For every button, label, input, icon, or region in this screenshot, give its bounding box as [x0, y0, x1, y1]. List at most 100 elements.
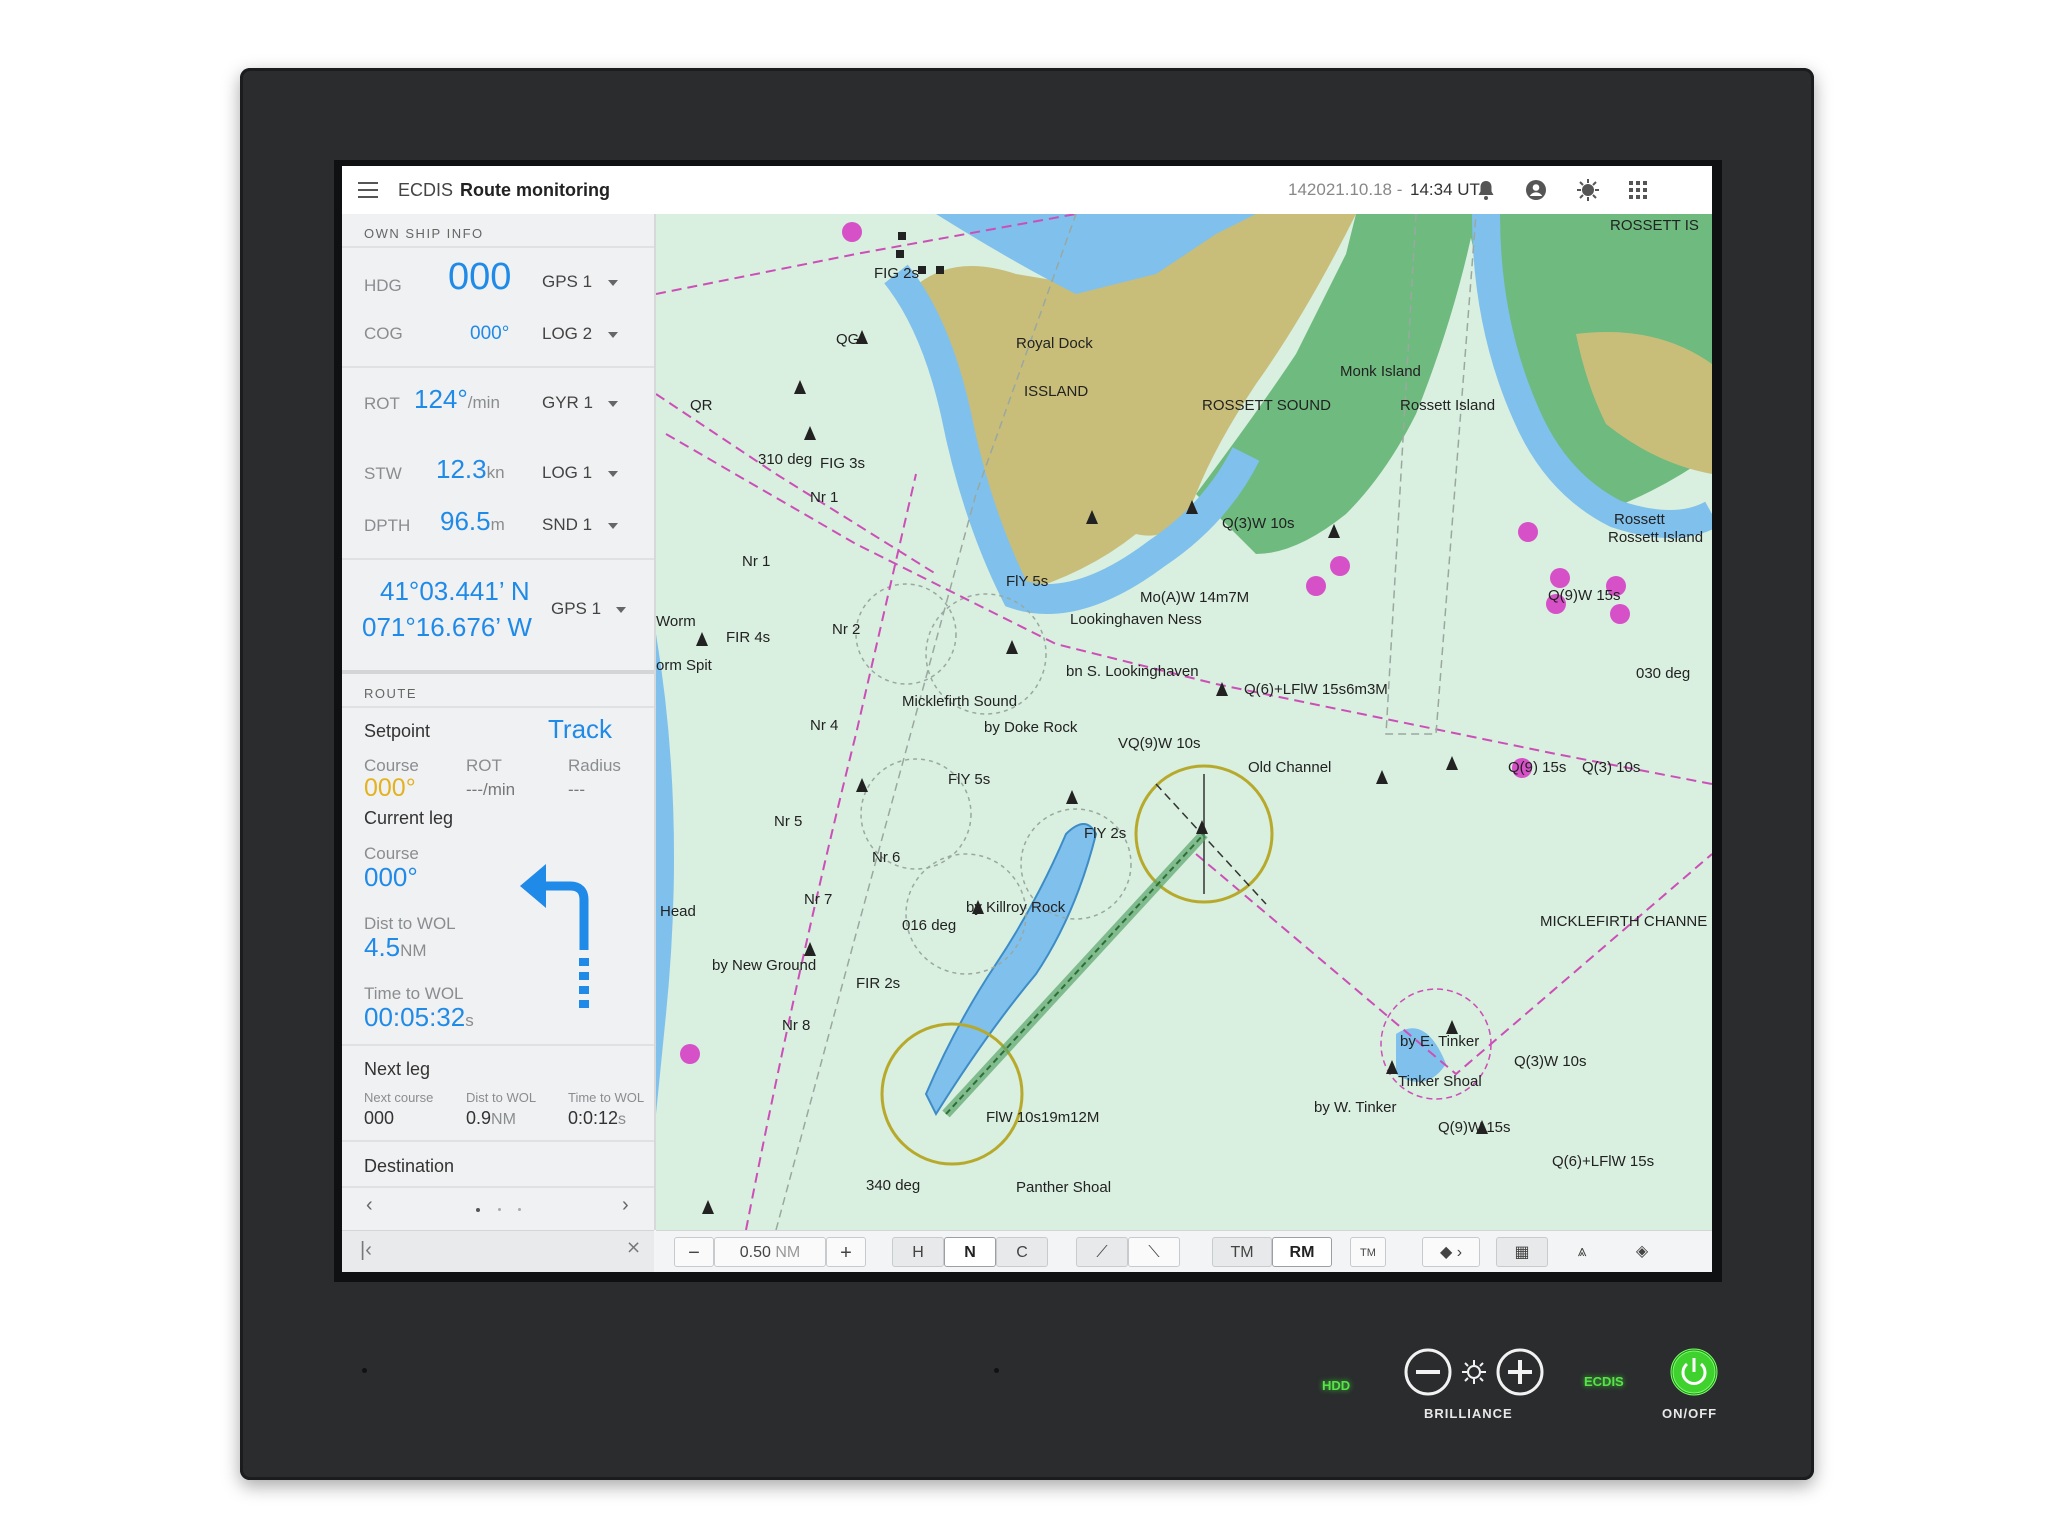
cog-source[interactable]: LOG 2: [542, 324, 592, 344]
date-display: 142021.10.18 -: [1288, 180, 1403, 199]
label-310-deg: 310 deg: [758, 451, 812, 468]
zoom-in-button[interactable]: +: [826, 1237, 866, 1267]
nautical-chart[interactable]: FIG 2s QG QR 310 deg FIG 3s Nr 1 Royal D…: [656, 214, 1712, 1230]
dpth-unit: m: [490, 515, 505, 534]
bell-icon[interactable]: [1474, 178, 1498, 202]
course-up-button[interactable]: C: [996, 1237, 1048, 1267]
ebl-tool-button[interactable]: ⟍: [1128, 1237, 1180, 1267]
hdg-source[interactable]: GPS 1: [542, 272, 592, 292]
label-island: ISSLAND: [1024, 383, 1088, 400]
tm-reset-button[interactable]: TM: [1350, 1237, 1386, 1267]
stw-source[interactable]: LOG 1: [542, 463, 592, 483]
layers-menu-button[interactable]: ◆ ›: [1422, 1237, 1480, 1267]
label-q6-lflw: Q(6)+LFlW 15s6m3M: [1244, 681, 1388, 698]
dpth-source-dropdown-icon[interactable]: [608, 523, 618, 529]
setpoint-mode[interactable]: Track: [548, 714, 612, 745]
label-rossett-is: ROSSETT IS: [1610, 217, 1699, 234]
setpoint-rot-label: ROT: [466, 756, 502, 775]
label-nr-8: Nr 8: [782, 1017, 810, 1034]
collapse-panel-icon[interactable]: |‹: [360, 1239, 372, 1262]
next-dist-number: 0.9: [466, 1108, 492, 1128]
label-q9w-15s-b: Q(9)W 15s: [1438, 1119, 1511, 1136]
rot-source[interactable]: GYR 1: [542, 393, 593, 413]
route-header: ROUTE: [364, 686, 417, 701]
time-to-wol-value: 00:05:32s: [364, 1002, 474, 1033]
own-ship-header: OWN SHIP INFO: [364, 226, 484, 241]
shallow-water-west: [656, 634, 674, 1114]
divider: [342, 246, 654, 248]
next-dist-unit: NM: [491, 1111, 516, 1128]
menu-icon[interactable]: [358, 182, 378, 198]
label-q3w-10s-b: Q(3)W 10s: [1514, 1053, 1587, 1070]
dist-to-wol-value: 4.5NM: [364, 932, 427, 963]
power-icon[interactable]: [1668, 1346, 1720, 1398]
stw-number: 12.3: [436, 454, 487, 484]
label-fly-5s-b: FlY 5s: [948, 771, 990, 788]
layers-icon[interactable]: ◈: [1620, 1237, 1664, 1267]
divider: [342, 1186, 654, 1188]
dpth-label: DPTH: [364, 516, 411, 535]
sidebar: OWN SHIP INFO HDG 000 GPS 1 COG 000° LOG…: [342, 214, 656, 1230]
ecdis-ui: ECDIS Route monitoring 142021.10.18 - 14…: [342, 166, 1712, 1272]
brilliance-sun-icon: [1467, 1365, 1481, 1379]
label-nr-1-b: Nr 1: [742, 553, 770, 570]
label-monk-island: Monk Island: [1340, 363, 1421, 380]
range-display[interactable]: 0.50 NM: [714, 1237, 826, 1267]
next-time-label: Time to WOL: [568, 1090, 645, 1105]
label-nr-1: Nr 1: [810, 489, 838, 506]
position-source-dropdown-icon[interactable]: [616, 607, 626, 613]
measure-tool-button[interactable]: ⟋: [1076, 1237, 1128, 1267]
next-course-label: Next course: [364, 1090, 434, 1105]
label-nr-4: Nr 4: [810, 717, 838, 734]
relative-motion-button[interactable]: RM: [1272, 1237, 1332, 1267]
pager-next-icon[interactable]: ›: [622, 1194, 629, 1217]
pager-prev-icon[interactable]: ‹: [366, 1194, 373, 1217]
anchorage-circle: [855, 583, 957, 685]
dpth-source[interactable]: SND 1: [542, 515, 592, 535]
position-source[interactable]: GPS 1: [551, 599, 601, 619]
divider: [342, 1044, 654, 1046]
current-leg-title: Current leg: [364, 808, 454, 828]
stw-value: 12.3kn: [436, 454, 505, 485]
label-lookinghaven-ness: Lookinghaven Ness: [1070, 611, 1202, 628]
user-icon[interactable]: [1524, 178, 1548, 202]
dist-to-wol-unit: NM: [400, 941, 427, 960]
map-toolbar: − 0.50 NM + H N C ⟋ ⟍ TM RM TM ◆ › ▦ ⩓ ◈: [656, 1230, 1712, 1272]
cog-source-dropdown-icon[interactable]: [608, 332, 618, 338]
hdg-value: 000: [448, 256, 512, 298]
zoom-out-button[interactable]: −: [674, 1237, 714, 1267]
next-course-value: 000: [364, 1108, 395, 1128]
label-tinker-shoal: Tinker Shoal: [1398, 1073, 1482, 1090]
label-bn-lookinghaven: bn S. Lookinghaven: [1066, 663, 1199, 680]
stw-source-dropdown-icon[interactable]: [608, 471, 618, 477]
pager-dot-active[interactable]: [476, 1208, 480, 1212]
label-head: Head: [660, 903, 696, 920]
label-q3-10s: Q(3) 10s: [1582, 759, 1640, 776]
apps-grid-icon[interactable]: [1626, 178, 1650, 202]
divider: [342, 366, 654, 368]
brilliance-controls: [1404, 1348, 1544, 1396]
label-q9-15s: Q(9) 15s: [1508, 759, 1566, 776]
label-fir-4s: FIR 4s: [726, 629, 770, 646]
sidebar-footer: |‹ ⨯: [342, 1230, 654, 1272]
tide-tool-button[interactable]: ⩓: [1560, 1237, 1604, 1267]
pager-dot[interactable]: [498, 1208, 501, 1211]
chart-canvas[interactable]: FIG 2s QG QR 310 deg FIG 3s Nr 1 Royal D…: [656, 214, 1712, 1230]
brightness-icon[interactable]: [1576, 178, 1600, 202]
label-340-deg: 340 deg: [866, 1177, 920, 1194]
rot-value: 124°/min: [414, 384, 500, 415]
pager-dot[interactable]: [518, 1208, 521, 1211]
true-motion-button[interactable]: TM: [1212, 1237, 1272, 1267]
chart-view-button[interactable]: ▦: [1496, 1237, 1548, 1267]
expand-collapse-icon[interactable]: ⨯: [626, 1237, 641, 1258]
dist-to-wol-number: 4.5: [364, 932, 401, 962]
label-micklefirth-channel: MICKLEFIRTH CHANNE: [1540, 913, 1707, 930]
label-rossett-sound: ROSSETT SOUND: [1202, 397, 1331, 414]
setpoint-label: Setpoint: [364, 721, 431, 741]
hdg-source-dropdown-icon[interactable]: [608, 280, 618, 286]
setpoint-radius-value: ---: [568, 780, 585, 799]
north-up-button[interactable]: N: [944, 1237, 996, 1267]
head-up-button[interactable]: H: [892, 1237, 944, 1267]
rot-source-dropdown-icon[interactable]: [608, 401, 618, 407]
label-killroy-rock: by Killroy Rock: [966, 899, 1066, 916]
